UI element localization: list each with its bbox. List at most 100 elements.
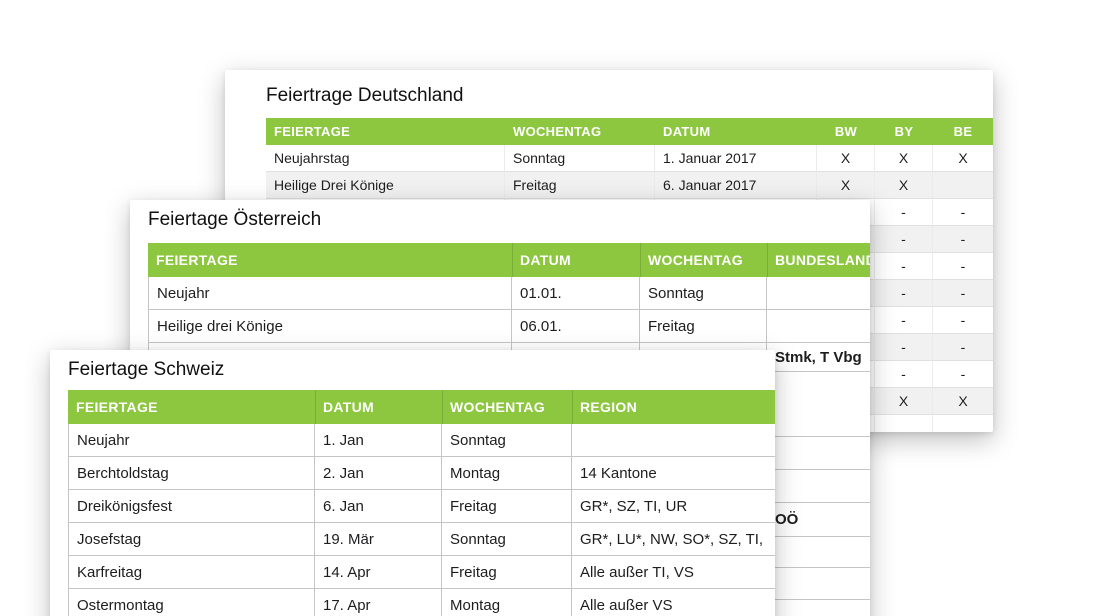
cell-wochentag: Montag: [442, 457, 572, 490]
table-row: Heilige Drei Könige Freitag 6. Januar 20…: [266, 172, 993, 199]
cell-bundesland: [767, 537, 870, 568]
table-header-row: FEIERTAGE DATUM WOCHENTAG BUNDESLAND: [148, 243, 870, 277]
table-feiertage-schweiz: FEIERTAGE DATUM WOCHENTAG REGION Neujahr…: [68, 390, 775, 616]
cell-region: Alle außer TI, VS: [572, 556, 775, 589]
cell-datum: 2. Jan: [315, 457, 442, 490]
cell-bundesland: [767, 372, 870, 437]
table-row: Heilige drei Könige 06.01. Freitag: [148, 310, 870, 343]
cell-be: -: [933, 226, 993, 253]
table-row: Ostermontag 17. Apr Montag Alle außer VS: [68, 589, 775, 616]
cell-by: -: [875, 334, 933, 361]
cell-wochentag: Freitag: [640, 310, 767, 343]
cell-bundesland: [767, 568, 870, 600]
cell-by: X: [875, 172, 933, 199]
cell-wochentag: Freitag: [442, 556, 572, 589]
column-header-datum: DATUM: [315, 390, 442, 424]
cell-be: -: [933, 199, 993, 226]
cell-feiertage: Heilige Drei Könige: [266, 172, 505, 199]
column-header-wochentag: WOCHENTAG: [640, 243, 767, 277]
cell-region: GR*, LU*, NW, SO*, SZ, TI,: [572, 523, 775, 556]
column-header-datum: DATUM: [512, 243, 640, 277]
cell-by: -: [875, 253, 933, 280]
cell-feiertage: Neujahrstag: [266, 145, 505, 172]
cell-feiertage: Ostermontag: [68, 589, 315, 616]
table-row: Berchtoldstag 2. Jan Montag 14 Kantone: [68, 457, 775, 490]
cell-feiertage: Karfreitag: [68, 556, 315, 589]
cell-wochentag: Freitag: [505, 172, 655, 199]
column-header-bundesland: BUNDESLAND: [767, 243, 870, 277]
cell-by: -: [875, 307, 933, 334]
card-feiertage-schweiz[interactable]: Feiertage Schweiz FEIERTAGE DATUM WOCHEN…: [50, 350, 775, 616]
cell-by: X: [875, 145, 933, 172]
cell-feiertage: Josefstag: [68, 523, 315, 556]
cell-bundesland: [767, 310, 870, 343]
cell-wochentag: Sonntag: [442, 424, 572, 457]
cell-by: [875, 415, 933, 432]
cell-wochentag: Sonntag: [640, 277, 767, 310]
cell-datum: 06.01.: [512, 310, 640, 343]
table-header-row: FEIERTAGE WOCHENTAG DATUM BW BY BE: [266, 118, 993, 145]
cell-by: -: [875, 199, 933, 226]
table-row: Dreikönigsfest 6. Jan Freitag GR*, SZ, T…: [68, 490, 775, 523]
column-header-feiertage: FEIERTAGE: [148, 243, 512, 277]
table-row: Neujahr 01.01. Sonntag: [148, 277, 870, 310]
cell-bundesland: [767, 277, 870, 310]
column-header-bw: BW: [817, 118, 875, 145]
column-header-feiertage: FEIERTAGE: [68, 390, 315, 424]
table-header-row: FEIERTAGE DATUM WOCHENTAG REGION: [68, 390, 775, 424]
cell-region: Alle außer VS: [572, 589, 775, 616]
cell-bundesland: [767, 437, 870, 470]
page-background: Feiertrage Deutschland FEIERTAGE WOCHENT…: [0, 0, 1100, 616]
cell-datum: 6. Januar 2017: [655, 172, 817, 199]
card-title-deutschland: Feiertrage Deutschland: [266, 84, 464, 108]
card-title-oesterreich: Feiertage Österreich: [148, 208, 321, 232]
cell-region: 14 Kantone: [572, 457, 775, 490]
cell-feiertage: Neujahr: [148, 277, 512, 310]
cell-bundesland: OÖ: [767, 503, 870, 537]
cell-bundesland: [767, 470, 870, 503]
cell-bw: X: [817, 172, 875, 199]
cell-region: [572, 424, 775, 457]
cell-wochentag: Sonntag: [442, 523, 572, 556]
cell-datum: 17. Apr: [315, 589, 442, 616]
cell-by: -: [875, 361, 933, 388]
table-row: Josefstag 19. Mär Sonntag GR*, LU*, NW, …: [68, 523, 775, 556]
column-header-be: BE: [933, 118, 993, 145]
cell-datum: 19. Mär: [315, 523, 442, 556]
cell-feiertage: Dreikönigsfest: [68, 490, 315, 523]
cell-be: X: [933, 145, 993, 172]
cell-datum: 1. Januar 2017: [655, 145, 817, 172]
table-row: Neujahrstag Sonntag 1. Januar 2017 X X X: [266, 145, 993, 172]
cell-be: -: [933, 334, 993, 361]
cell-by: X: [875, 388, 933, 415]
column-header-datum: DATUM: [655, 118, 817, 145]
cell-datum: 6. Jan: [315, 490, 442, 523]
column-header-wochentag: WOCHENTAG: [505, 118, 655, 145]
cell-wochentag: Montag: [442, 589, 572, 616]
cell-datum: 1. Jan: [315, 424, 442, 457]
card-title-schweiz: Feiertage Schweiz: [68, 358, 224, 382]
cell-be: -: [933, 361, 993, 388]
cell-datum: 01.01.: [512, 277, 640, 310]
cell-be: X: [933, 388, 993, 415]
cell-region: GR*, SZ, TI, UR: [572, 490, 775, 523]
column-header-feiertage: FEIERTAGE: [266, 118, 505, 145]
cell-wochentag: Sonntag: [505, 145, 655, 172]
table-row: Neujahr 1. Jan Sonntag: [68, 424, 775, 457]
cell-feiertage: Heilige drei Könige: [148, 310, 512, 343]
cell-wochentag: Freitag: [442, 490, 572, 523]
cell-be: -: [933, 253, 993, 280]
cell-by: -: [875, 226, 933, 253]
cell-bundesland: Stmk, T Vbg: [767, 343, 870, 372]
column-header-wochentag: WOCHENTAG: [442, 390, 572, 424]
cell-feiertage: Berchtoldstag: [68, 457, 315, 490]
cell-by: -: [875, 280, 933, 307]
cell-be: -: [933, 280, 993, 307]
cell-be: [933, 172, 993, 199]
column-header-region: REGION: [572, 390, 775, 424]
cell-datum: 14. Apr: [315, 556, 442, 589]
table-row: Karfreitag 14. Apr Freitag Alle außer TI…: [68, 556, 775, 589]
column-header-by: BY: [875, 118, 933, 145]
cell-bundesland: [767, 600, 870, 616]
cell-be: [933, 415, 993, 432]
